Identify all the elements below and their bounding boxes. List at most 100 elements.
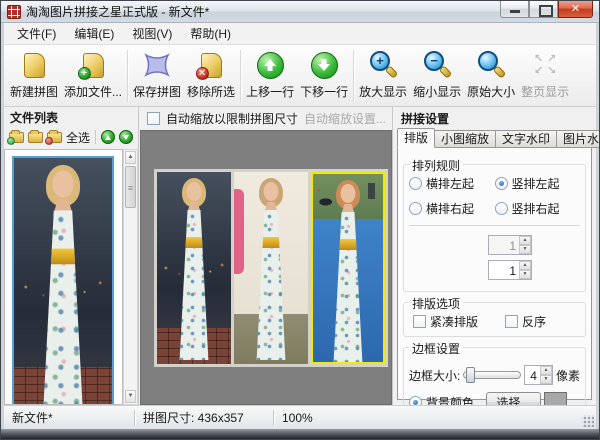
group-separator (409, 225, 580, 227)
remove-file-button[interactable] (47, 132, 62, 143)
slider-knob[interactable] (466, 367, 475, 383)
save-icon (142, 50, 172, 80)
layout-tab-page: 排列规则 横排左起 竖排左起 横排右起 (397, 147, 592, 400)
file-thumbnail-selected[interactable] (12, 156, 114, 405)
radio-icon (409, 202, 422, 215)
magnifier-icon (477, 51, 505, 79)
reverse-order-checkbox[interactable]: 反序 (505, 313, 546, 330)
auto-scale-checkbox[interactable] (147, 112, 160, 125)
collage-canvas[interactable] (140, 130, 392, 405)
main-toolbar: 新建拼图 + 添加文件... 保存拼图 ✕ 移除所选 上移一行 (4, 45, 596, 107)
radio-horizontal-left[interactable]: 横排左起 (409, 175, 495, 192)
window-bottom-border (1, 429, 599, 439)
menu-view[interactable]: 视图(V) (123, 22, 181, 45)
move-file-up-button[interactable] (101, 130, 115, 144)
auto-scale-label: 自动缩放以限制拼图尺寸 (166, 110, 298, 127)
menu-edit[interactable]: 编辑(E) (65, 22, 123, 45)
tab-image-watermark[interactable]: 图片水印 (557, 130, 600, 148)
tab-layout[interactable]: 排版 (397, 128, 435, 148)
down-triangle-icon (123, 135, 129, 140)
border-size-unit: 像素 (556, 367, 580, 384)
select-all-button[interactable]: 全选 (66, 129, 90, 146)
border-size-spinner[interactable]: 4 (524, 365, 553, 385)
status-bar: 新文件* 拼图尺寸: 436x357 100% (4, 405, 596, 429)
resize-grip[interactable] (582, 415, 594, 427)
arrow-up-icon (257, 52, 284, 79)
arrange-rules-group: 排列规则 横排左起 竖排左起 横排右起 (403, 164, 586, 292)
add-files-button[interactable]: + 添加文件... (61, 48, 125, 104)
plus-badge-icon: + (78, 67, 91, 80)
new-collage-button[interactable]: 新建拼图 (7, 48, 61, 104)
tab-thumb-scale[interactable]: 小图缩放 (435, 130, 496, 148)
remove-dot-icon (45, 137, 53, 145)
move-file-down-button[interactable] (119, 130, 133, 144)
settings-tabs: 排版 小图缩放 文字水印 图片水印 (397, 128, 592, 148)
magnifier-minus-icon: − (423, 51, 451, 79)
close-button[interactable] (558, 1, 593, 18)
checkbox-icon (505, 315, 518, 328)
open-folder-button[interactable] (28, 132, 43, 143)
scrollbar-thumb[interactable] (125, 166, 136, 208)
stitched-collage (154, 169, 388, 367)
toolbar-separator (240, 50, 241, 102)
expand-arrows-icon: ↖↗↙↘ (532, 53, 558, 77)
spinner-arrows-icon[interactable] (519, 261, 531, 279)
original-size-button[interactable]: 原始大小 (464, 48, 518, 104)
scroll-up-icon[interactable] (125, 151, 136, 164)
collage-photo-1[interactable] (157, 172, 231, 364)
border-size-slider[interactable] (463, 366, 521, 384)
border-settings-title: 边框设置 (409, 340, 463, 357)
collage-photo-3-selected[interactable] (311, 172, 385, 364)
canvas-panel: 自动缩放以限制拼图尺寸 自动缩放设置... (140, 107, 392, 405)
photo3-figure (324, 178, 372, 364)
tab-text-watermark[interactable]: 文字水印 (496, 130, 557, 148)
spinner-arrows-icon[interactable] (540, 366, 552, 384)
fit-page-button: ↖↗↙↘ 整页显示 (518, 48, 572, 104)
layout-options-title: 排版选项 (409, 295, 463, 312)
radio-selected-icon (495, 177, 508, 190)
add-files-icon: + (83, 53, 104, 78)
radio-icon (495, 202, 508, 215)
file-list-scrollbar[interactable] (123, 149, 138, 405)
move-row-up-button[interactable]: 上移一行 (243, 48, 297, 104)
cols-spinner[interactable]: 1 (488, 260, 532, 280)
thumb-figure (29, 162, 97, 405)
menu-help[interactable]: 帮助(H) (181, 22, 240, 45)
settings-panel: 拼接设置 排版 小图缩放 文字水印 图片水印 排列规则 横排左起 (392, 107, 596, 405)
rows-spinner[interactable]: 1 (488, 235, 532, 255)
radio-vertical-right[interactable]: 竖排右起 (495, 200, 581, 217)
border-size-label: 边框大小: (409, 367, 460, 384)
toolbar-separator (127, 50, 128, 102)
maximize-button[interactable] (529, 1, 558, 18)
spinner-arrows-icon[interactable] (519, 236, 531, 254)
status-file-name: 新文件* (4, 410, 134, 426)
collage-photo-2[interactable] (234, 172, 308, 364)
minimize-button[interactable] (500, 1, 529, 18)
radio-vertical-left[interactable]: 竖排左起 (495, 175, 581, 192)
zoom-out-button[interactable]: − 缩小显示 (410, 48, 464, 104)
status-collage-size: 拼图尺寸: 436x357 (135, 410, 273, 426)
add-file-button[interactable] (9, 132, 24, 143)
radio-icon (409, 177, 422, 190)
arrow-down-icon (311, 52, 338, 79)
layout-options-group: 排版选项 紧凑排版 反序 (403, 302, 586, 337)
x-badge-icon: ✕ (196, 67, 209, 80)
remove-page-icon: ✕ (201, 53, 222, 78)
file-thumbnail-list[interactable] (4, 149, 123, 405)
menu-file[interactable]: 文件(F) (8, 22, 65, 45)
zoom-in-button[interactable]: + 放大显示 (356, 48, 410, 104)
arrange-rules-title: 排列规则 (409, 157, 463, 174)
file-list-title: 文件列表 (4, 107, 138, 125)
photo2-pink-dress (234, 189, 244, 273)
save-collage-button[interactable]: 保存拼图 (130, 48, 184, 104)
compact-layout-checkbox[interactable]: 紧凑排版 (413, 313, 501, 330)
move-row-down-button[interactable]: 下移一行 (297, 48, 351, 104)
scroll-down-icon[interactable] (125, 390, 136, 403)
photo1-figure (170, 176, 218, 362)
remove-selected-button[interactable]: ✕ 移除所选 (184, 48, 238, 104)
app-window: 淘淘图片拼接之星正式版 - 新文件* 文件(F) 编辑(E) 视图(V) 帮助(… (0, 0, 600, 440)
file-list-panel: 文件列表 全选 (4, 107, 139, 405)
radio-horizontal-right[interactable]: 横排右起 (409, 200, 495, 217)
status-zoom-level: 100% (274, 410, 321, 426)
auto-scale-settings-link: 自动缩放设置... (304, 110, 386, 127)
